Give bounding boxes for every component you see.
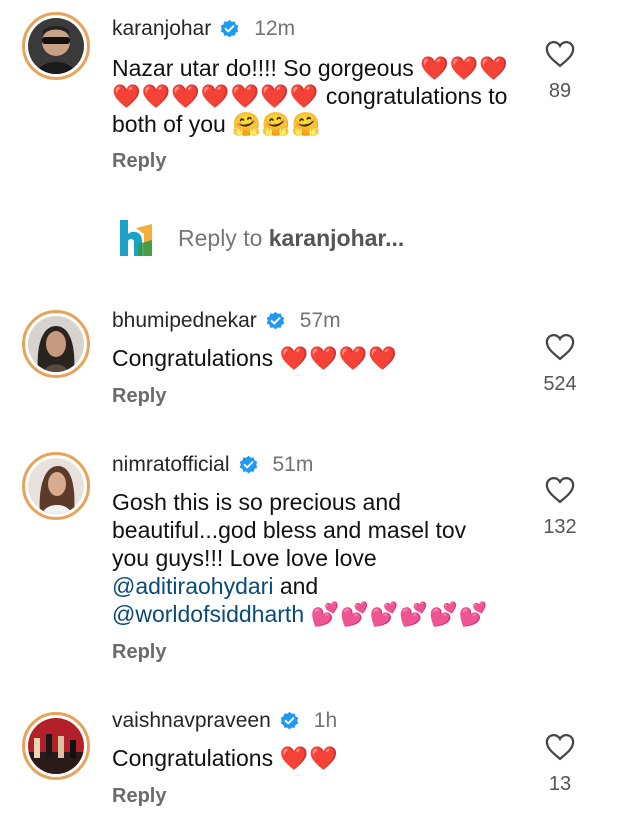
heart-outline-icon[interactable] bbox=[545, 40, 575, 68]
text-line: Congratulations bbox=[112, 345, 280, 371]
heart-outline-icon[interactable] bbox=[545, 476, 575, 504]
mention-link[interactable]: @aditiraohydari bbox=[112, 573, 273, 599]
reply-button[interactable]: Reply bbox=[112, 640, 166, 664]
two-hearts-emoji: 💕💕💕💕💕💕 bbox=[310, 601, 489, 627]
avatar-bhumipednekar-image bbox=[28, 316, 84, 372]
text-line: Congratulations bbox=[112, 745, 280, 771]
avatar[interactable] bbox=[22, 712, 90, 780]
text-line: Nazar utar do!!!! So gorgeous bbox=[112, 55, 421, 81]
reply-button[interactable]: Reply bbox=[112, 149, 166, 173]
verified-badge-icon bbox=[280, 711, 299, 729]
comment-header: nimratofficial 51m bbox=[112, 452, 313, 478]
avatar[interactable] bbox=[22, 310, 90, 378]
timestamp: 57m bbox=[299, 309, 341, 332]
text-line: both of you bbox=[112, 111, 233, 137]
like-block: 132 bbox=[530, 476, 590, 539]
reply-target: karanjohar... bbox=[268, 224, 405, 251]
timestamp: 51m bbox=[272, 453, 314, 476]
like-block: 13 bbox=[530, 733, 590, 796]
heart-emoji: ❤️❤️ bbox=[279, 745, 339, 771]
heart-emoji: ❤️❤️❤️❤️ bbox=[279, 345, 399, 371]
username[interactable]: vaishnavpraveen bbox=[112, 708, 271, 734]
bh-logo-icon bbox=[112, 214, 160, 262]
comment-text: Gosh this is so precious and beautiful..… bbox=[112, 488, 542, 628]
reply-input-placeholder[interactable]: Reply to karanjohar... bbox=[178, 225, 404, 252]
heart-outline-icon[interactable] bbox=[545, 733, 575, 761]
comment-text: Congratulations ❤️❤️ bbox=[112, 744, 532, 772]
reply-button[interactable]: Reply bbox=[112, 784, 166, 808]
mention-link[interactable]: @worldofsiddharth bbox=[112, 601, 304, 627]
like-block: 524 bbox=[530, 333, 590, 396]
like-count: 89 bbox=[548, 80, 572, 102]
username[interactable]: bhumipednekar bbox=[112, 308, 257, 334]
current-user-avatar bbox=[112, 214, 160, 262]
reply-button[interactable]: Reply bbox=[112, 384, 166, 408]
text-line: and bbox=[273, 573, 319, 599]
avatar-vaishnavpraveen-image bbox=[28, 718, 84, 774]
comment-header: vaishnavpraveen 1h bbox=[112, 708, 337, 734]
username[interactable]: karanjohar bbox=[112, 16, 211, 42]
text-line: beautiful...god bless and masel tov bbox=[112, 517, 467, 543]
reply-prefix: Reply to bbox=[178, 224, 269, 251]
text-line: Gosh this is so precious and bbox=[112, 489, 401, 515]
username[interactable]: nimratofficial bbox=[112, 452, 230, 478]
verified-badge-icon bbox=[220, 19, 239, 37]
like-count: 132 bbox=[543, 516, 577, 538]
like-block: 89 bbox=[530, 40, 590, 103]
reply-input-bar[interactable]: Reply to karanjohar... bbox=[112, 214, 404, 262]
verified-badge-icon bbox=[266, 311, 285, 329]
comment-header: bhumipednekar 57m bbox=[112, 308, 341, 334]
heart-emoji: ❤️❤️❤️❤️❤️❤️❤️ bbox=[112, 83, 320, 109]
like-count: 13 bbox=[548, 773, 572, 795]
heart-emoji: ❤️❤️❤️ bbox=[420, 55, 510, 81]
comment-text: Congratulations ❤️❤️❤️❤️ bbox=[112, 344, 532, 372]
verified-badge-icon bbox=[239, 455, 257, 473]
hug-emoji: 🤗🤗🤗 bbox=[232, 111, 322, 137]
avatar[interactable] bbox=[22, 12, 90, 80]
text-line: congratulations to bbox=[319, 83, 508, 109]
timestamp: 1h bbox=[313, 709, 338, 732]
text-line: you guys!!! Love love love bbox=[112, 545, 377, 571]
timestamp: 12m bbox=[254, 17, 296, 40]
comment-text: Nazar utar do!!!! So gorgeous ❤️❤️❤️ ❤️❤… bbox=[112, 54, 542, 138]
like-count: 524 bbox=[543, 373, 577, 395]
comment-header: karanjohar 12m bbox=[112, 16, 295, 42]
avatar[interactable] bbox=[22, 452, 90, 520]
heart-outline-icon[interactable] bbox=[545, 333, 575, 361]
avatar-nimratofficial-image bbox=[28, 458, 84, 514]
avatar-karanjohar-image bbox=[28, 18, 84, 74]
